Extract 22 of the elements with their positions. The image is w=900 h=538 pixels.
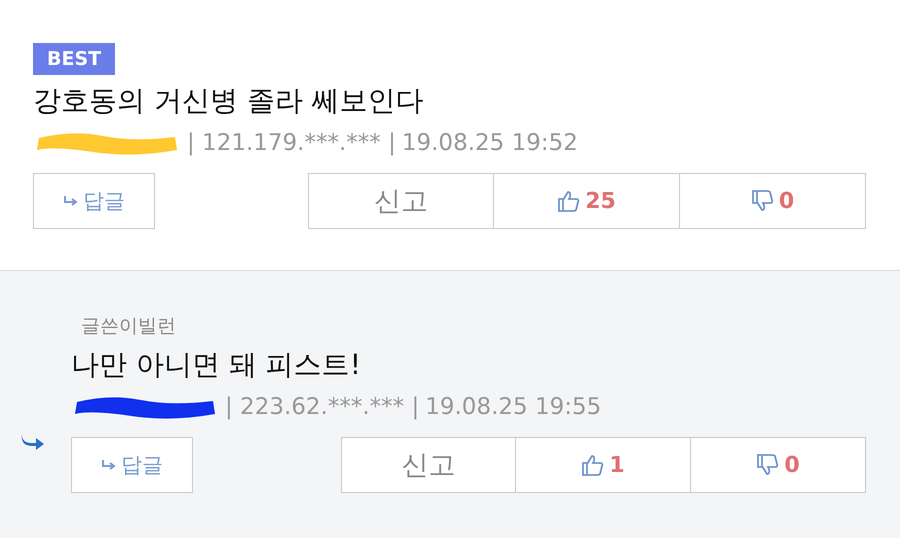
thumbs-up-icon bbox=[557, 189, 582, 213]
like-button[interactable]: 25 bbox=[494, 173, 680, 229]
author-label: 글쓴이빌런 bbox=[81, 314, 177, 339]
like-button[interactable]: 1 bbox=[516, 437, 691, 493]
report-button[interactable]: 신고 bbox=[308, 173, 494, 229]
dislike-button[interactable]: 0 bbox=[680, 173, 866, 229]
thumbs-down-icon bbox=[750, 189, 775, 213]
hook-arrow-icon bbox=[101, 459, 117, 471]
timestamp: 19.08.25 19:55 bbox=[425, 394, 602, 420]
dislike-button[interactable]: 0 bbox=[691, 437, 866, 493]
thumbs-up-icon bbox=[581, 453, 606, 477]
reply-button[interactable]: 답글 bbox=[33, 173, 155, 229]
ip-address: | 121.179.***.*** | bbox=[187, 130, 396, 156]
comment-text: 나만 아니면 돼 피스트! bbox=[71, 347, 362, 383]
report-button[interactable]: 신고 bbox=[341, 437, 516, 493]
reply-button[interactable]: 답글 bbox=[71, 437, 193, 493]
hook-arrow-icon bbox=[63, 195, 79, 207]
timestamp: 19.08.25 19:52 bbox=[402, 130, 578, 156]
thumbs-down-icon bbox=[756, 453, 780, 477]
comment-text: 강호동의 거신병 졸라 쎄보인다 bbox=[33, 83, 425, 119]
best-badge: BEST bbox=[33, 43, 116, 75]
ip-address: | 223.62.***.*** | bbox=[225, 394, 420, 420]
